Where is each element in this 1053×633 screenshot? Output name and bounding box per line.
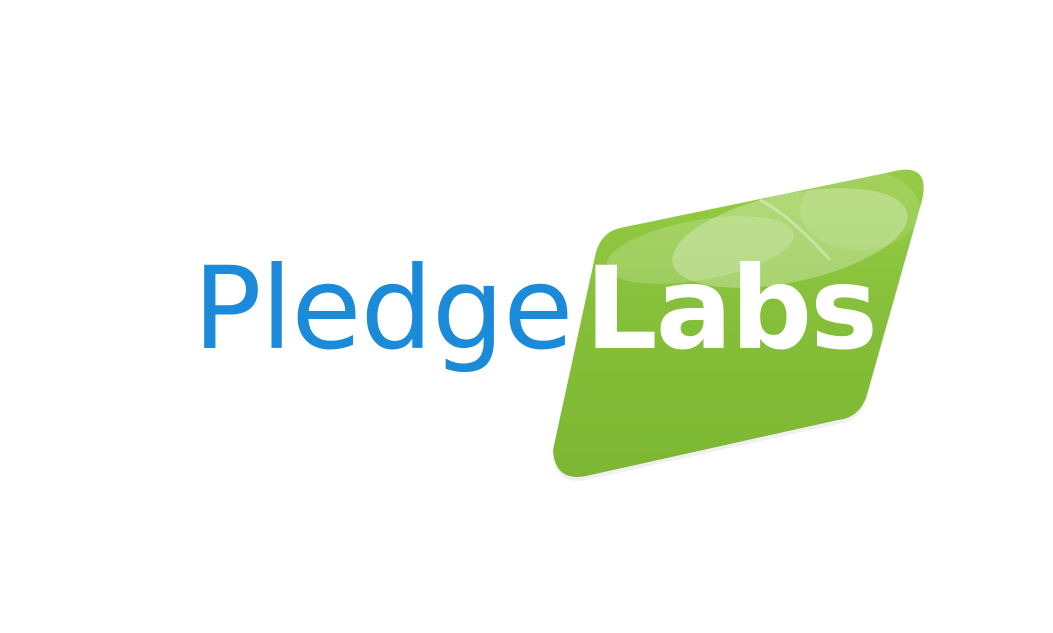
logo-text-pledge: Pledge [193,242,573,375]
logo-text-labs: Labs [585,242,878,375]
logo-canvas: Pledge Labs [0,0,1053,633]
